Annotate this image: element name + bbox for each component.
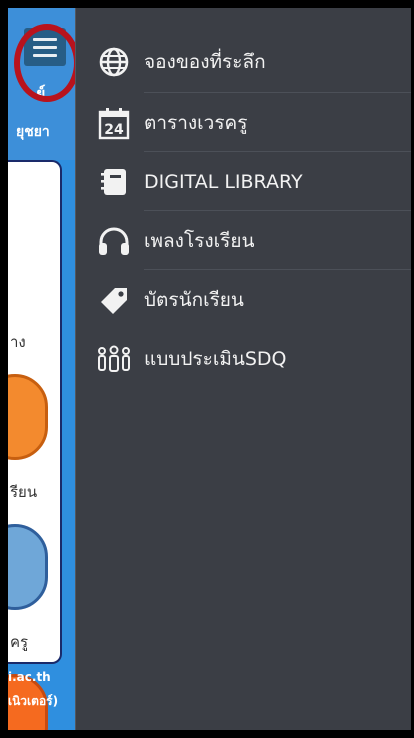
- drawer-item-duty-schedule[interactable]: 24 ตารางเวรครู: [76, 93, 413, 153]
- svg-text:24: 24: [104, 122, 124, 138]
- drawer-item-digital-library[interactable]: DIGITAL LIBRARY: [76, 152, 413, 212]
- background-app-panel: ย์ ยุชยา าง รียน ครู i.ac.th เนิวเตอร์): [8, 8, 75, 730]
- background-tile-label-1: าง: [10, 333, 26, 351]
- background-subtitle-fragment: ยุชยา: [16, 124, 50, 140]
- tag-icon: [96, 282, 132, 318]
- drawer-item-label: ตารางเวรครู: [144, 112, 248, 134]
- calendar-icon: 24: [96, 105, 132, 141]
- background-tile-2[interactable]: [8, 524, 48, 610]
- background-card: าง รียน ครู: [8, 160, 62, 730]
- drawer-item-sdq-assessment[interactable]: แบบประเมินSDQ: [76, 329, 413, 389]
- screen: ย์ ยุชยา าง รียน ครู i.ac.th เนิวเตอร์) …: [8, 8, 413, 730]
- book-icon: [96, 164, 132, 200]
- background-footer-line-2: เนิวเตอร์): [8, 694, 59, 708]
- people-icon: [96, 341, 132, 377]
- drawer-item-souvenir[interactable]: จองของที่ระลึก: [76, 32, 413, 92]
- globe-icon: [96, 44, 132, 80]
- headphones-icon: [96, 223, 132, 259]
- background-footer-line-1: i.ac.th: [8, 670, 51, 684]
- navigation-drawer: จองของที่ระลึก 24 ตารางเวรครู DIGITAL LI…: [75, 8, 413, 730]
- drawer-item-label: DIGITAL LIBRARY: [144, 171, 303, 193]
- drawer-item-label: จองของที่ระลึก: [144, 51, 266, 73]
- drawer-item-label: เพลงโรงเรียน: [144, 230, 255, 252]
- background-tile-1[interactable]: [8, 374, 48, 460]
- drawer-item-school-song[interactable]: เพลงโรงเรียน: [76, 211, 413, 271]
- drawer-item-label: แบบประเมินSDQ: [144, 348, 287, 370]
- drawer-item-label: บัตรนักเรียน: [144, 289, 244, 311]
- frame-edge: [411, 8, 413, 730]
- background-tile-label-3: ครู: [10, 633, 29, 651]
- background-tile-label-2: รียน: [10, 483, 38, 501]
- drawer-item-student-card[interactable]: บัตรนักเรียน: [76, 270, 413, 330]
- highlight-circle: [14, 24, 75, 102]
